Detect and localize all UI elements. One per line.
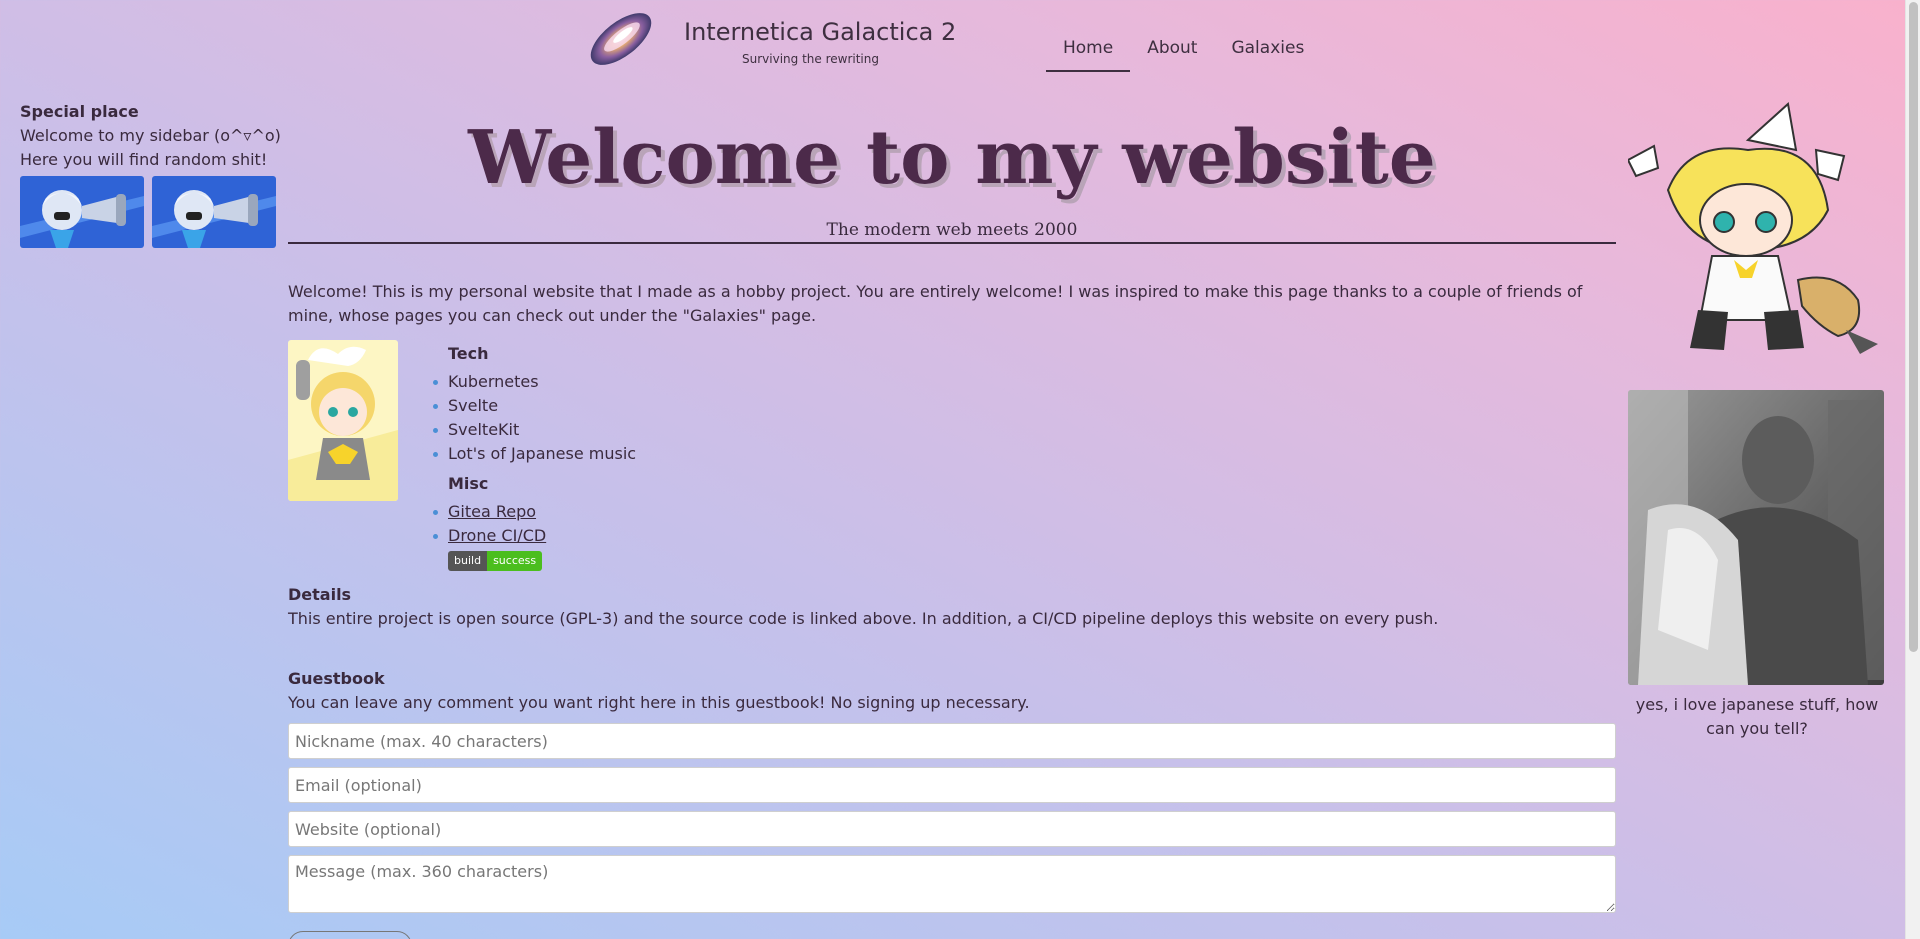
sidebar-anime-image xyxy=(152,176,276,248)
list-item: Svelte xyxy=(432,394,636,418)
sidebar-random-text: Here you will find random shit! xyxy=(20,150,268,169)
nav-home[interactable]: Home xyxy=(1046,30,1131,72)
sidebar-heading: Special place xyxy=(20,102,139,121)
chibi-character-image xyxy=(1626,100,1886,362)
email-field[interactable] xyxy=(288,767,1616,803)
site-title[interactable]: Internetica Galactica 2 xyxy=(684,18,956,46)
guestbook-form xyxy=(288,715,1616,939)
details-title: Details xyxy=(288,585,352,604)
list-item: Lot's of Japanese music xyxy=(432,442,636,466)
profile-lists: Tech Kubernetes Svelte SvelteKit Lot's o… xyxy=(432,340,636,571)
misc-list: Gitea Repo Drone CI/CD xyxy=(432,500,636,548)
scrollbar-thumb[interactable] xyxy=(1909,2,1918,652)
page-subtitle: The modern web meets 2000 xyxy=(288,220,1616,244)
list-item: Gitea Repo xyxy=(432,500,636,524)
list-item: Drone CI/CD xyxy=(432,524,636,548)
page-title: Welcome to my website xyxy=(468,115,1436,201)
left-sidebar: Special place Welcome to my sidebar (o^▿… xyxy=(20,100,281,248)
list-item: SvelteKit xyxy=(432,418,636,442)
sidebar-welcome-text: Welcome to my sidebar (o^▿^o) xyxy=(20,126,281,145)
guestbook-section: Guestbook You can leave any comment you … xyxy=(288,667,1616,939)
galaxy-icon xyxy=(590,13,652,65)
site-logo[interactable] xyxy=(585,8,657,70)
website-field[interactable] xyxy=(288,811,1616,847)
main-content: Welcome to my website The modern web mee… xyxy=(288,110,1616,939)
photo-caption: yes, i love japanese stuff, how can you … xyxy=(1635,695,1879,738)
nickname-field[interactable] xyxy=(288,723,1616,759)
gitea-repo-link[interactable]: Gitea Repo xyxy=(448,502,536,521)
nav-galaxies[interactable]: Galaxies xyxy=(1214,30,1321,72)
details-section: Details This entire project is open sour… xyxy=(288,583,1616,631)
message-field[interactable] xyxy=(288,855,1616,913)
page-scrollbar[interactable] xyxy=(1905,0,1920,939)
profile-image xyxy=(288,340,398,501)
tech-title: Tech xyxy=(448,344,489,363)
misc-title: Misc xyxy=(448,474,489,493)
sidebar-anime-image xyxy=(20,176,144,248)
tech-list: Kubernetes Svelte SvelteKit Lot's of Jap… xyxy=(432,370,636,466)
gigachad-photo xyxy=(1628,390,1884,685)
site-subtitle: Surviving the rewriting xyxy=(742,52,879,66)
right-sidebar: yes, i love japanese stuff, how can you … xyxy=(1626,100,1886,741)
badge-status: success xyxy=(487,551,543,571)
sidebar-images xyxy=(20,176,280,248)
submit-button[interactable] xyxy=(288,931,412,939)
details-text: This entire project is open source (GPL-… xyxy=(288,609,1439,628)
drone-cicd-link[interactable]: Drone CI/CD xyxy=(448,526,546,545)
main-nav: Home About Galaxies xyxy=(1046,30,1321,72)
intro-text: Welcome! This is my personal website tha… xyxy=(288,282,1583,325)
guestbook-text: You can leave any comment you want right… xyxy=(288,693,1030,712)
build-status-badge[interactable]: build success xyxy=(448,551,543,571)
list-item: Kubernetes xyxy=(432,370,636,394)
nav-about[interactable]: About xyxy=(1130,30,1214,72)
guestbook-title: Guestbook xyxy=(288,669,385,688)
badge-label: build xyxy=(448,551,488,571)
profile-section: Tech Kubernetes Svelte SvelteKit Lot's o… xyxy=(288,340,1616,571)
